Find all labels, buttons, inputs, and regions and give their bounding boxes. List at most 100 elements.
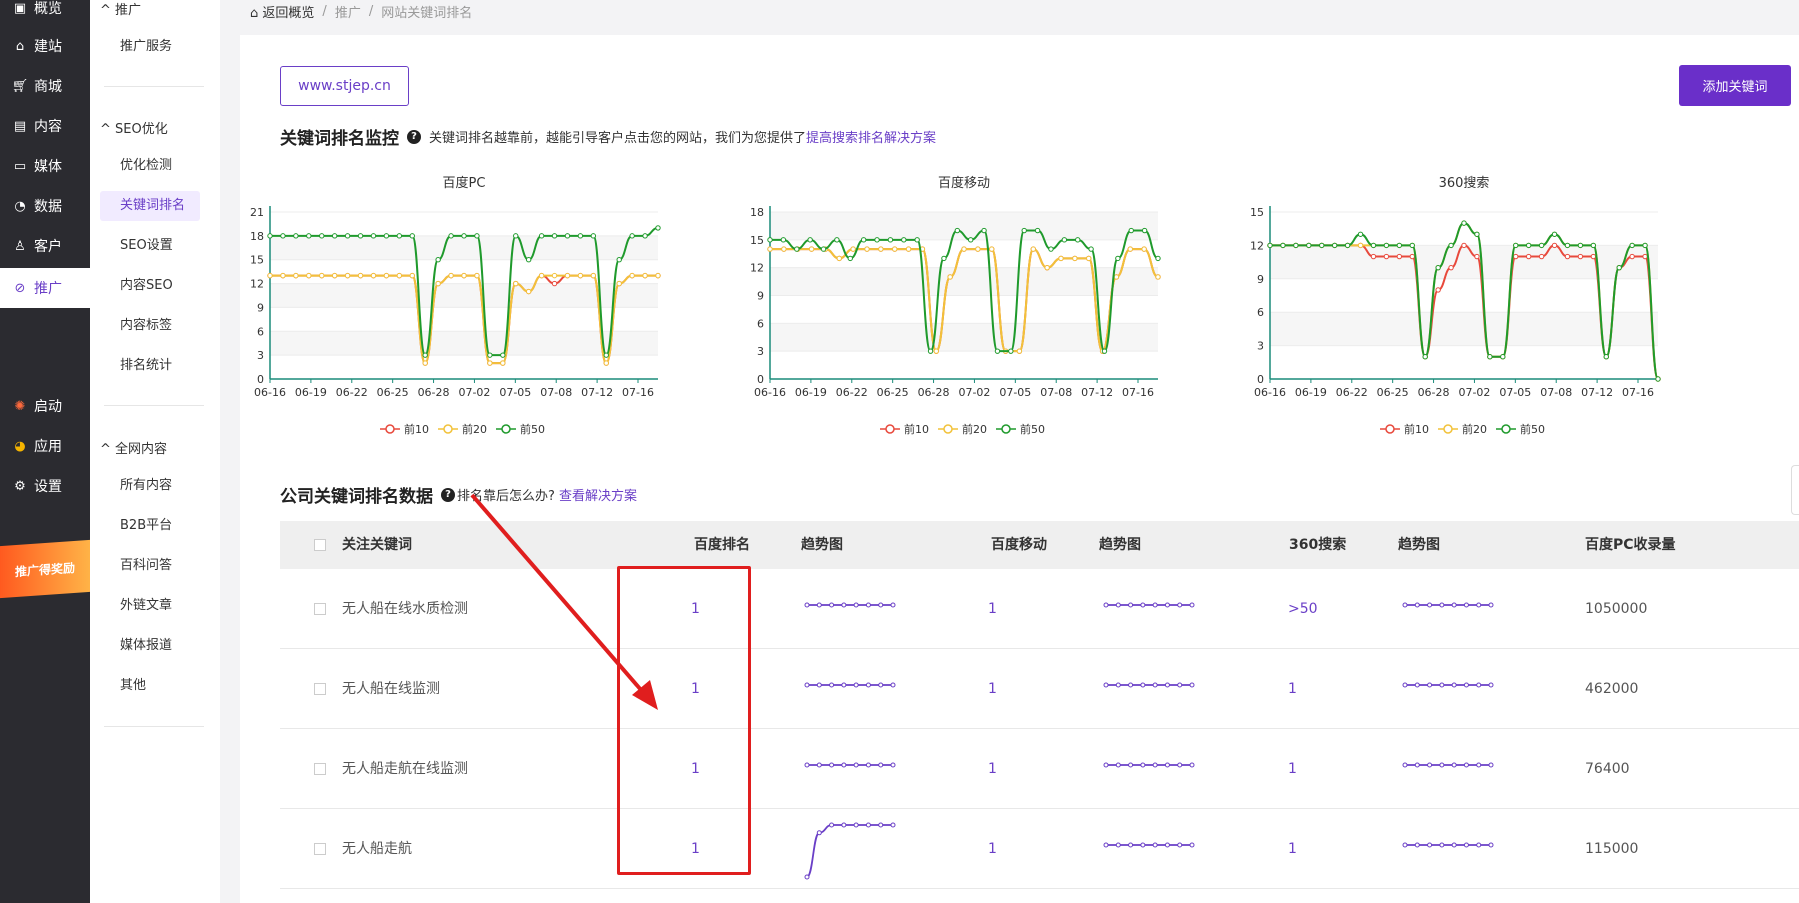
data-point (422, 360, 428, 366)
row-checkbox[interactable] (314, 603, 326, 615)
nav-item-apps[interactable]: ◕ 应用 (0, 428, 90, 464)
sparkline-point (1177, 762, 1183, 768)
row-checkbox[interactable] (314, 843, 326, 855)
add-keyword-label: 添加关键词 (1702, 80, 1768, 95)
monitor-solution-link[interactable]: 提高搜索排名解决方案 (806, 131, 936, 146)
sparkline-point (1177, 682, 1183, 688)
sparkline-point (1152, 682, 1158, 688)
data-point (331, 233, 338, 239)
sparkline-point (1189, 682, 1195, 688)
y-tick-label: 15 (1250, 206, 1264, 219)
data-point (1396, 253, 1403, 260)
th-baidu-mobile[interactable]: 百度移动 (991, 521, 1047, 569)
help-icon[interactable]: ? (441, 487, 455, 502)
data-point (905, 246, 912, 252)
trend-sparkline (1402, 842, 1494, 848)
s360-value[interactable]: 1 (1288, 839, 1297, 859)
company-title: 公司关键词排名数据 (280, 487, 433, 507)
baidu-mobile-value[interactable]: 1 (988, 679, 997, 699)
domain-select-button[interactable]: www.stjep.cn (280, 66, 409, 106)
nav-item-launch[interactable]: ✺ 启动 (0, 388, 90, 424)
s360-value[interactable]: 1 (1288, 759, 1297, 779)
subnav-item-rank-stats[interactable]: 排名统计 (100, 351, 200, 381)
legend-label: 前20 (462, 422, 487, 436)
side-float-tab[interactable] (1791, 465, 1799, 515)
data-point (551, 280, 558, 287)
subnav-group-web-content[interactable]: ^ 全网内容 (100, 438, 167, 457)
x-tick-label: 06-22 (336, 386, 368, 399)
sparkline-point (1402, 602, 1408, 608)
chart-baidu-mobile-svg: 百度移动 0 3 6 9 12 15 18 06-16 06-19 06-22 06-25 06-28 0… (750, 175, 1161, 436)
x-tick-label: 07-05 (999, 386, 1031, 399)
subnav-item-opt-check[interactable]: 优化检测 (100, 151, 200, 181)
row-checkbox[interactable] (314, 683, 326, 695)
subnav-item-content-seo[interactable]: 内容SEO (100, 271, 200, 301)
nav-item-settings[interactable]: ⚙ 设置 (0, 468, 90, 504)
subnav-item-media-report[interactable]: 媒体报道 (100, 631, 200, 661)
baidu-mobile-value[interactable]: 1 (988, 839, 997, 859)
x-tick-label: 06-28 (1418, 386, 1450, 399)
promo-banner[interactable]: 推广得奖励 (0, 539, 90, 599)
subnav-group-promotion[interactable]: ^ 推广 (100, 0, 141, 18)
data-point (994, 348, 1001, 354)
add-keyword-button[interactable]: 添加关键词 (1679, 65, 1791, 106)
th-keyword[interactable]: 关注关键词 (342, 521, 412, 569)
nav-item-promotion[interactable]: ⊘ 推广 (0, 268, 90, 308)
data-point (1357, 242, 1364, 249)
subnav-item-keyword-rank[interactable]: 关键词排名 (100, 191, 200, 221)
sparkline-point (1115, 842, 1121, 848)
subnav-item-b2b[interactable]: B2B平台 (100, 511, 200, 541)
data-point (616, 257, 622, 263)
th-360[interactable]: 360搜索 (1289, 521, 1346, 569)
sparkline-point (829, 682, 835, 688)
s360-value[interactable]: 1 (1288, 679, 1297, 699)
data-point (767, 237, 773, 243)
nav-item-media[interactable]: ▭ 媒体 (0, 148, 90, 184)
trend-sparkline (1402, 602, 1494, 608)
row-checkbox[interactable] (314, 763, 326, 775)
th-baidu-rank[interactable]: 百度排名 (694, 521, 750, 569)
baidu-mobile-value[interactable]: 1 (988, 599, 997, 619)
item-label: 外链文章 (120, 598, 173, 613)
data-point (344, 233, 351, 239)
data-point (1655, 376, 1661, 382)
data-point (293, 233, 299, 239)
sparkline-point (1476, 602, 1482, 608)
select-all-checkbox[interactable] (314, 539, 326, 551)
th-trend-baidu: 趋势图 (801, 537, 843, 553)
breadcrumb-level1[interactable]: 推广 (335, 2, 361, 21)
subnav-item-other[interactable]: 其他 (100, 671, 200, 701)
legend-marker (1501, 424, 1511, 434)
nav-item-site[interactable]: ⌂ 建站 (0, 28, 90, 64)
nav-item-customer[interactable]: ♙ 客户 (0, 228, 90, 264)
data-point (306, 233, 312, 239)
data-point (1590, 242, 1597, 249)
nav-item-data[interactable]: ◔ 数据 (0, 188, 90, 224)
subnav-group-seo[interactable]: ^ SEO优化 (100, 118, 168, 137)
s360-value[interactable]: >50 (1288, 599, 1318, 619)
subnav-item-all-content[interactable]: 所有内容 (100, 471, 200, 501)
data-point (874, 237, 880, 243)
data-point (933, 348, 939, 354)
nav-item-content[interactable]: ▤ 内容 (0, 108, 90, 144)
subnav-item-qa[interactable]: 百科问答 (100, 551, 200, 581)
th-index-count[interactable]: 百度PC收录量 (1585, 521, 1676, 569)
help-icon[interactable]: ? (407, 129, 421, 144)
sparkline-point (1189, 602, 1195, 608)
subnav-item-content-tags[interactable]: 内容标签 (100, 311, 200, 341)
breadcrumb-home[interactable]: ⌂ 返回概览 (250, 2, 314, 21)
sparkline-point (841, 682, 847, 688)
x-tick-label: 07-02 (958, 386, 990, 399)
sparkline-point (1402, 842, 1408, 848)
nav-item-overview[interactable]: ▣ 概览 (0, 0, 90, 26)
y-tick-label: 9 (757, 290, 764, 303)
baidu-mobile-value[interactable]: 1 (988, 759, 997, 779)
data-point (860, 237, 867, 243)
data-point (1034, 227, 1041, 234)
subnav-item-promo-service[interactable]: 推广服务 (100, 32, 200, 62)
y-tick-label: 15 (750, 234, 764, 247)
nav-item-shop[interactable]: 🛒︎ 商城 (0, 68, 90, 104)
subnav-item-seo-settings[interactable]: SEO设置 (100, 231, 200, 261)
y-tick-label: 9 (1257, 273, 1264, 286)
subnav-item-backlink[interactable]: 外链文章 (100, 591, 200, 621)
